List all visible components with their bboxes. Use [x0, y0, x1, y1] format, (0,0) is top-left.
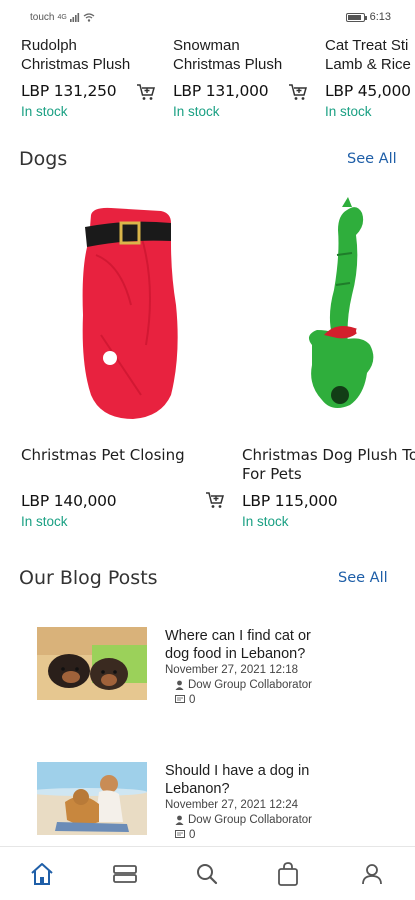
comment-icon: [175, 695, 185, 703]
blog-title-line1: Should I have a dog in: [165, 763, 310, 779]
nav-cart[interactable]: [273, 859, 303, 889]
blog-post-date: November 27, 2021 12:18: [165, 664, 298, 676]
comment-count: 0: [189, 694, 196, 706]
comment-count: 0: [189, 829, 196, 841]
see-all-link[interactable]: See All: [338, 570, 388, 586]
product-card[interactable]: Cat Treat Sti Lamb & Rice LBP 45,000 In …: [325, 36, 415, 119]
product-card[interactable]: Christmas Pet Closing LBP 140,000 In sto…: [21, 195, 241, 535]
blog-post-title: Where can I find cat or dog food in Leba…: [165, 627, 395, 663]
product-price: LBP 140,000: [21, 492, 117, 510]
product-name: Christmas Pet Closing: [21, 446, 185, 464]
network-label: 4G: [57, 14, 67, 21]
home-icon: [31, 863, 53, 885]
shopping-bag-icon: [278, 862, 298, 886]
nav-account[interactable]: [357, 859, 387, 889]
product-name-line1: Cat Treat Sti: [325, 37, 409, 54]
blog-post-item[interactable]: Where can I find cat or dog food in Leba…: [37, 627, 415, 707]
signal-icon: [69, 13, 79, 22]
carrier-label: touch: [30, 12, 55, 23]
product-card[interactable]: Christmas Dog Plush To For Pets LBP 115,…: [242, 195, 415, 535]
author-name: Dow Group Collaborator: [188, 679, 313, 691]
blog-title-line2: Lebanon?: [165, 781, 230, 797]
search-icon: [197, 864, 218, 885]
product-name-line1: Rudolph: [21, 37, 77, 54]
wifi-icon: [83, 13, 95, 22]
blog-post-date: November 27, 2021 12:24: [165, 799, 298, 811]
product-name-line1: Christmas Dog Plush To: [242, 446, 415, 464]
product-price: LBP 131,000: [173, 82, 269, 100]
product-card[interactable]: Snowman Christmas Plush LBP 131,000 In s…: [173, 36, 321, 119]
stock-status: In stock: [173, 104, 220, 119]
nav-categories[interactable]: [110, 859, 140, 889]
product-name-line2: Christmas Plush: [21, 56, 131, 73]
add-to-cart-icon[interactable]: [205, 490, 225, 510]
product-name-line2: For Pets: [242, 465, 302, 483]
blog-title-line1: Where can I find cat or: [165, 628, 311, 644]
blog-post-item[interactable]: Should I have a dog in Lebanon? November…: [37, 762, 415, 842]
comment-icon: [175, 830, 185, 838]
product-name-line2: Christmas Plush: [173, 56, 283, 73]
user-icon: [175, 815, 184, 825]
product-price: LBP 131,250: [21, 82, 117, 100]
categories-icon: [113, 865, 137, 883]
status-right: 6:13: [345, 11, 391, 23]
product-price: LBP 115,000: [242, 492, 338, 510]
blog-thumbnail: [37, 627, 147, 700]
add-to-cart-icon[interactable]: [288, 82, 308, 102]
see-all-link[interactable]: See All: [347, 151, 397, 167]
bottom-navigation: [0, 846, 415, 900]
product-price: LBP 45,000: [325, 82, 411, 100]
status-bar: touch 4G 6:13: [0, 0, 415, 34]
blog-post-author: Dow Group Collaborator: [175, 814, 312, 826]
nav-home[interactable]: [27, 859, 57, 889]
blog-title-line2: dog food in Lebanon?: [165, 646, 306, 662]
blog-post-comments: 0: [175, 694, 195, 706]
stock-status: In stock: [325, 104, 372, 119]
product-image: [308, 197, 374, 409]
product-card[interactable]: Rudolph Christmas Plush LBP 131,250 In s…: [21, 36, 169, 119]
blog-post-comments: 0: [175, 829, 195, 841]
section-title: Dogs: [19, 148, 68, 170]
status-left: touch 4G: [30, 12, 95, 23]
user-icon: [175, 680, 184, 690]
author-name: Dow Group Collaborator: [188, 814, 313, 826]
section-title: Our Blog Posts: [19, 567, 158, 589]
top-product-strip[interactable]: Rudolph Christmas Plush LBP 131,250 In s…: [0, 36, 415, 126]
blog-post-title: Should I have a dog in Lebanon?: [165, 762, 395, 798]
clock: 6:13: [369, 11, 391, 23]
product-image: [82, 207, 178, 419]
product-name-line1: Snowman: [173, 37, 240, 54]
add-to-cart-icon[interactable]: [136, 82, 156, 102]
blog-post-author: Dow Group Collaborator: [175, 679, 312, 691]
stock-status: In stock: [242, 514, 289, 529]
battery-icon: [345, 12, 367, 22]
nav-search[interactable]: [192, 859, 222, 889]
blog-thumbnail: [37, 762, 147, 835]
user-icon: [362, 864, 382, 885]
stock-status: In stock: [21, 514, 68, 529]
dogs-section-header: Dogs See All: [0, 148, 415, 178]
stock-status: In stock: [21, 104, 68, 119]
product-name-line2: Lamb & Rice: [325, 56, 411, 73]
blog-section-header: Our Blog Posts See All: [0, 567, 415, 597]
